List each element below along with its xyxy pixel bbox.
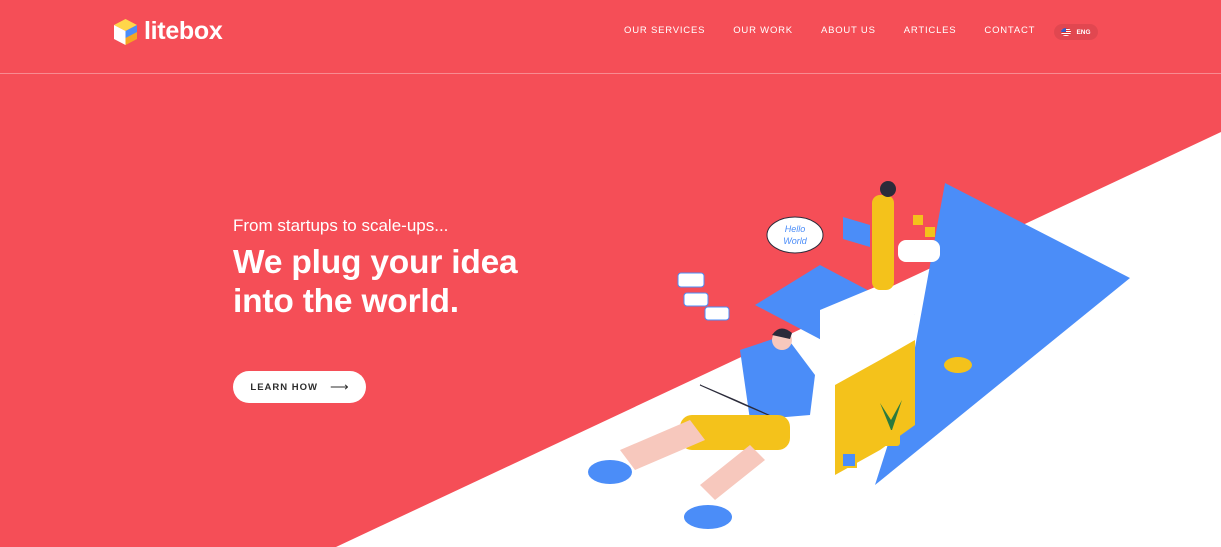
arrow-right-icon: ⟶: [329, 379, 349, 394]
nav-contact[interactable]: CONTACT: [984, 25, 1035, 36]
shoe-right-icon: [684, 505, 732, 529]
chat-bubble-3: [704, 306, 730, 321]
nav-about-us[interactable]: ABOUT US: [821, 25, 876, 36]
leg-left: [620, 420, 705, 470]
standing-person-head: [880, 181, 896, 197]
rubiks-cube-icon: [841, 452, 857, 468]
site-header: litebox OUR SERVICES OUR WORK ABOUT US A…: [0, 0, 1221, 74]
language-switcher[interactable]: ENG: [1054, 24, 1098, 40]
headline-line-2: into the world.: [233, 283, 459, 320]
brand-name: litebox: [144, 17, 223, 45]
bubble-text-line-2: World: [783, 236, 807, 246]
standing-person-body: [872, 195, 894, 290]
us-flag-icon: [1061, 28, 1072, 36]
nav-our-services[interactable]: OUR SERVICES: [624, 25, 705, 36]
learn-how-button[interactable]: LEARN HOW ⟶: [233, 371, 366, 403]
open-book: [843, 217, 870, 247]
sticky-note-2: [925, 227, 935, 237]
nav-articles[interactable]: ARTICLES: [904, 25, 957, 36]
chat-bubble-1: [677, 272, 705, 288]
language-label: ENG: [1076, 28, 1091, 36]
main-nav: OUR SERVICES OUR WORK ABOUT US ARTICLES …: [624, 25, 1063, 36]
standing-person-shoe: [944, 357, 972, 373]
headline-line-1: We plug your idea: [233, 244, 518, 281]
chat-bubble-2: [683, 292, 709, 307]
bubble-text-line-1: Hello: [785, 224, 806, 234]
hero-headline: We plug your idea into the world.: [233, 243, 518, 321]
plant-pot: [882, 430, 900, 446]
hero-illustration: Hello World: [588, 181, 1130, 529]
cube-logo-icon: [114, 18, 137, 45]
hello-world-bubble: [766, 216, 824, 254]
standing-person-pants: [898, 240, 940, 262]
leg-right: [700, 445, 765, 500]
sticky-note-1: [913, 215, 923, 225]
shoe-left-icon: [588, 460, 632, 484]
hero-eyebrow: From startups to scale-ups...: [233, 216, 449, 235]
logo[interactable]: litebox: [113, 17, 223, 46]
nav-our-work[interactable]: OUR WORK: [733, 25, 793, 36]
learn-how-label: LEARN HOW: [250, 381, 318, 393]
